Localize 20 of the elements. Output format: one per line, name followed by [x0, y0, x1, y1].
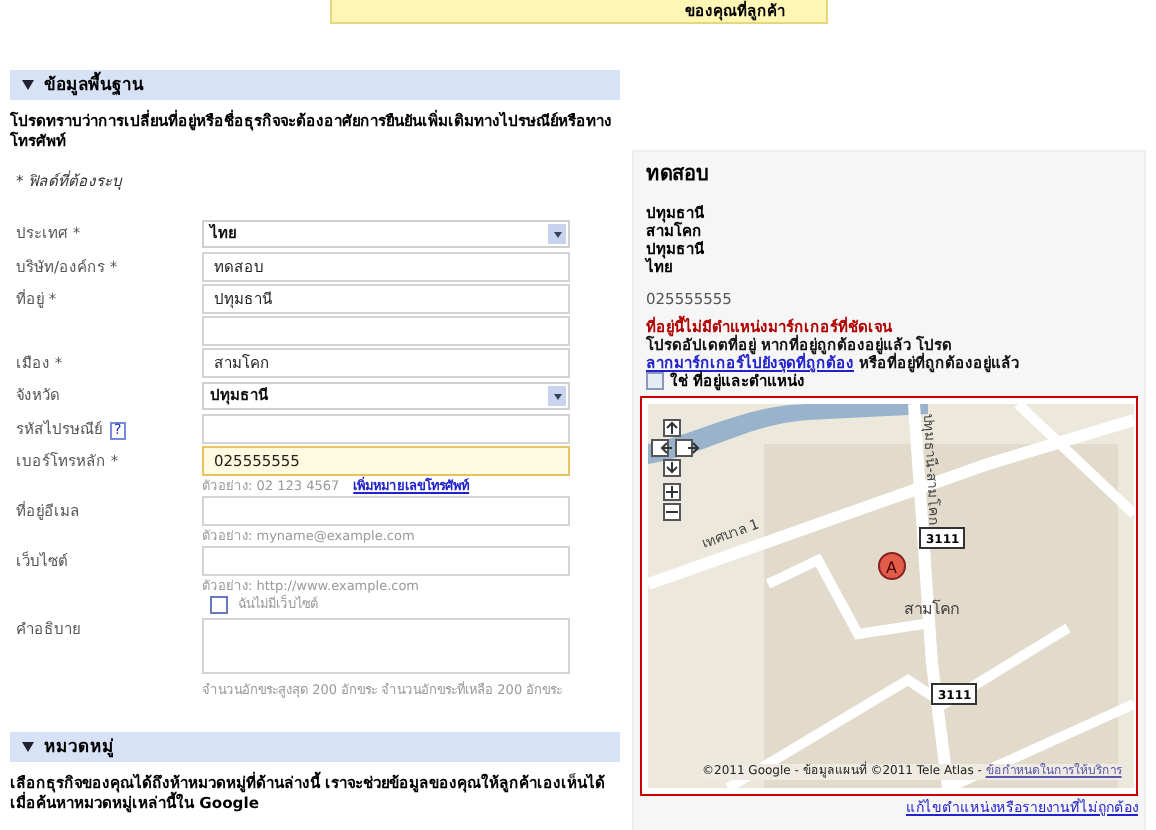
pan-left-icon[interactable] [651, 439, 673, 457]
place-label: สามโคก [904, 600, 960, 618]
description-field[interactable] [202, 618, 570, 674]
route-shield-icon [931, 683, 977, 705]
pan-down-icon[interactable] [663, 459, 681, 477]
pan-up-icon[interactable] [663, 419, 681, 437]
marker-label: A [886, 559, 897, 577]
zoom-out-icon[interactable] [663, 503, 681, 521]
input-field[interactable] [202, 496, 570, 526]
input-field[interactable] [202, 316, 570, 346]
business-name: ทดสอบ [646, 162, 710, 188]
route-shield-icon [919, 527, 965, 549]
zoom-in-icon[interactable] [663, 483, 681, 501]
input-field[interactable] [202, 414, 570, 444]
section-header[interactable]: หมวดหมู่ [10, 732, 620, 762]
pan-right-icon[interactable] [675, 439, 700, 457]
section-header[interactable]: ข้อมูลพื้นฐาน [10, 70, 620, 100]
checkbox[interactable] [646, 372, 664, 390]
checkbox[interactable] [210, 596, 228, 614]
input-field[interactable] [202, 546, 570, 576]
